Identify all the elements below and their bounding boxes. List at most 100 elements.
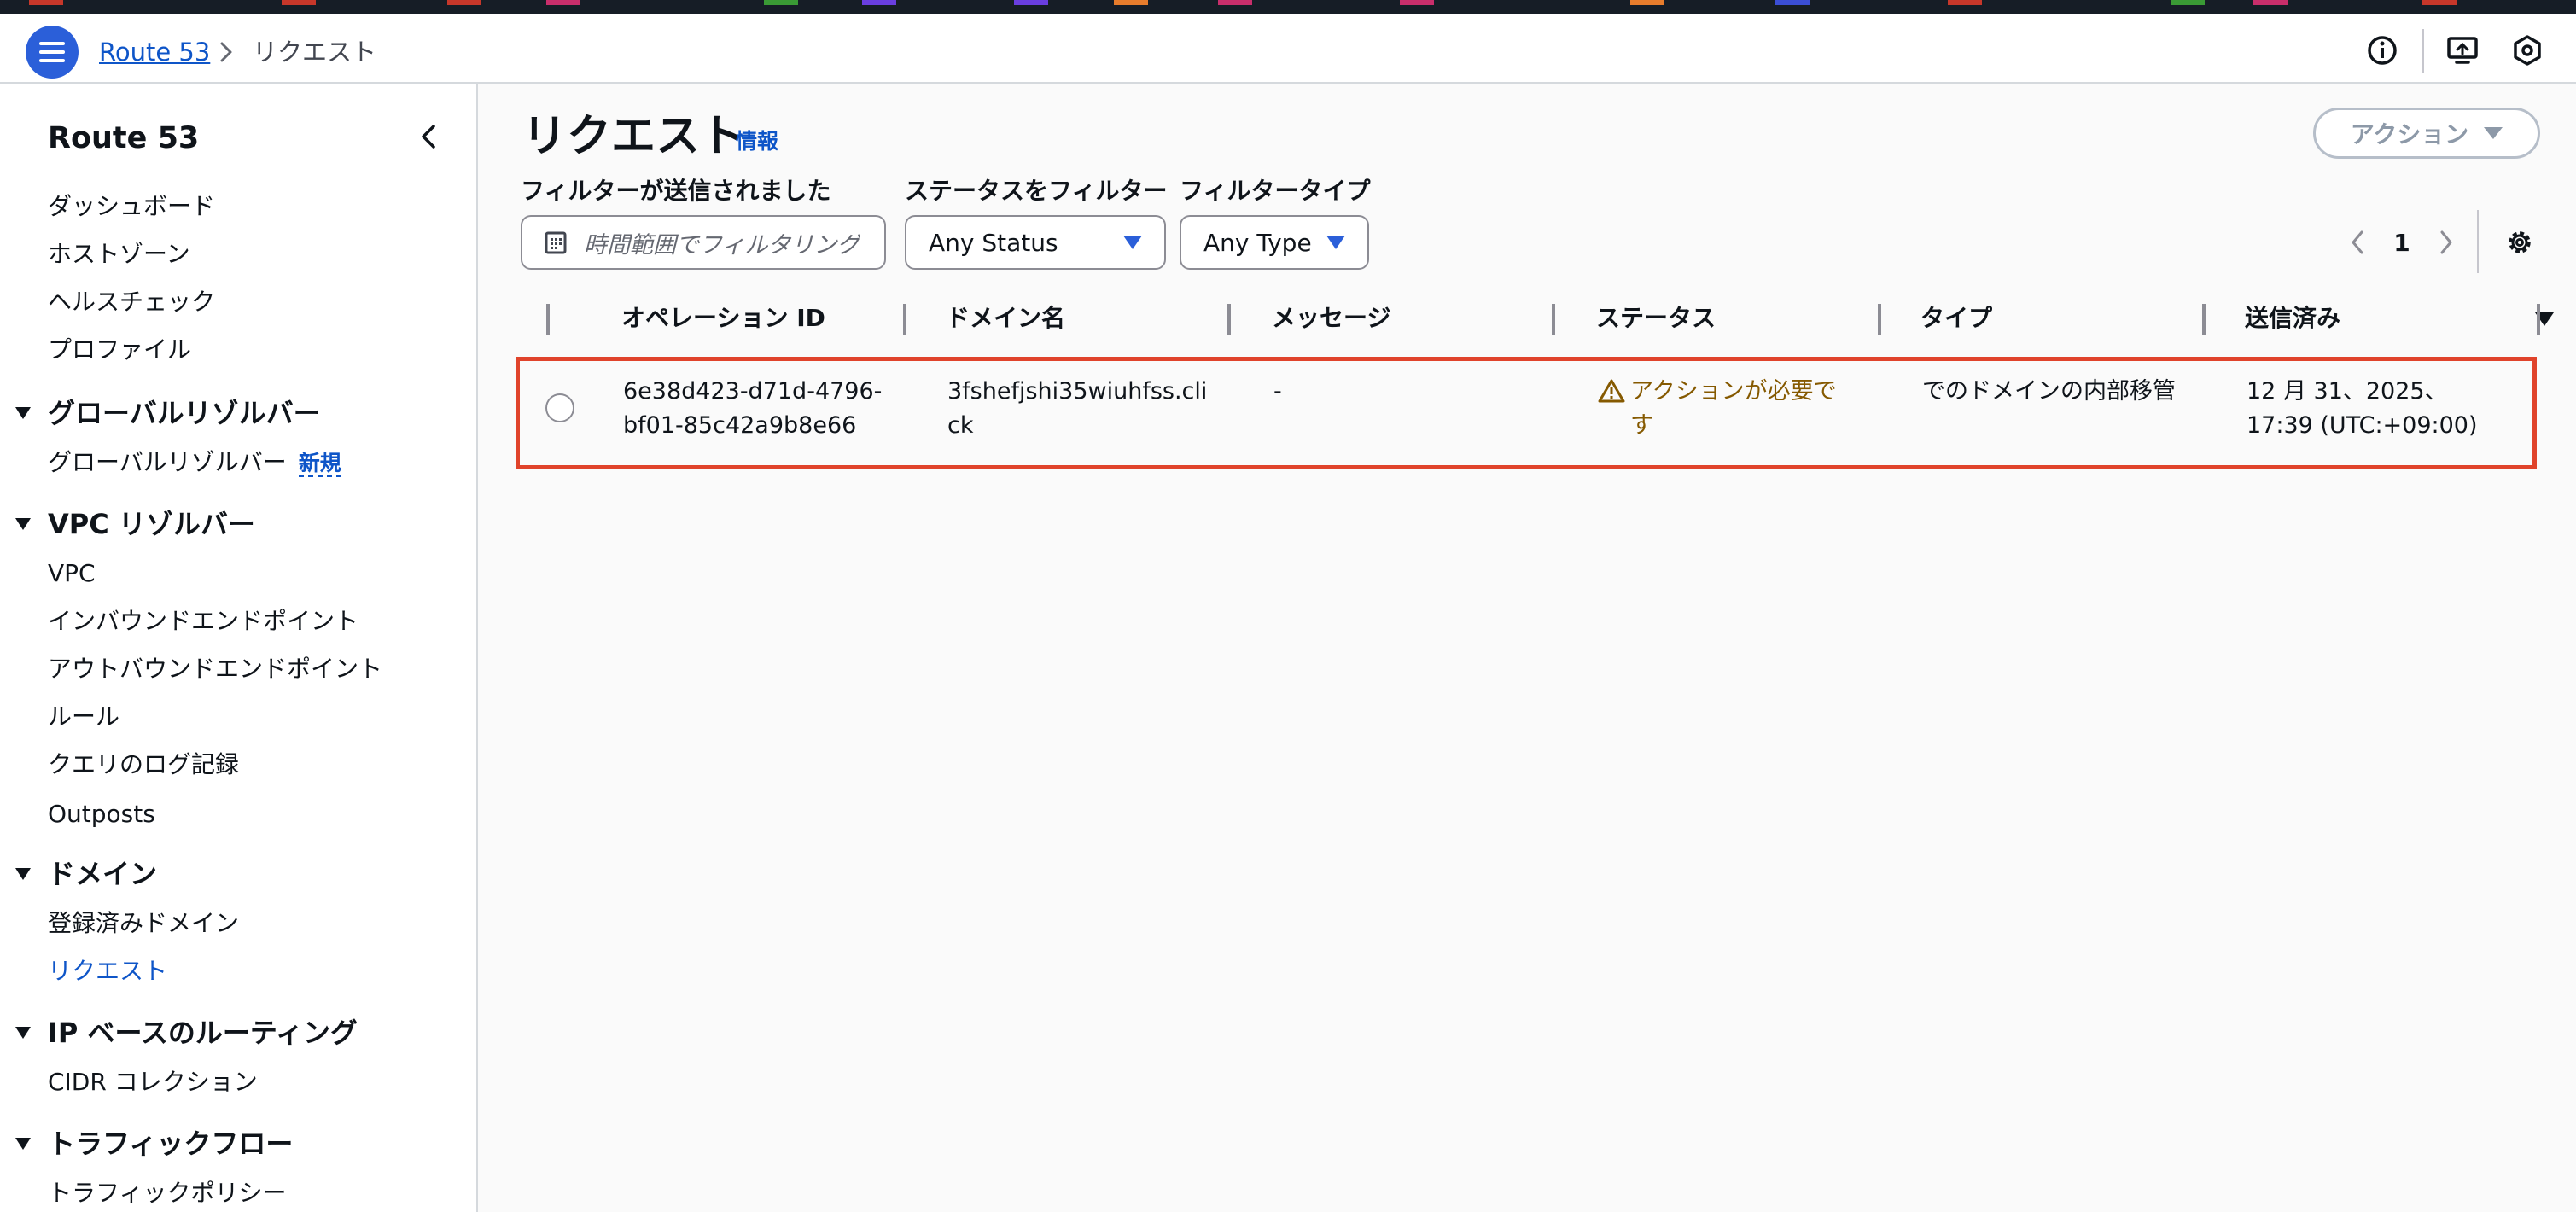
sidebar-item-hosted-zones[interactable]: ホストゾーン — [48, 237, 190, 271]
type-filter-select[interactable]: Any Type — [1180, 215, 1369, 270]
sidebar-item-requests[interactable]: リクエスト — [48, 954, 167, 988]
row-select-radio[interactable] — [545, 393, 574, 422]
column-header-status[interactable]: ステータス — [1596, 294, 1716, 343]
tab-color-mark — [29, 0, 63, 5]
tab-color-mark — [1775, 0, 1810, 5]
column-divider[interactable] — [903, 304, 906, 335]
column-header-submitted[interactable]: 送信済み — [2245, 294, 2340, 343]
cell-operation-id: 6e38d423-d71d-4796-bf01-85c42a9b8e66 — [623, 378, 883, 439]
column-divider[interactable] — [2202, 304, 2206, 335]
caret-down-icon — [15, 868, 31, 880]
sidebar-section-domains[interactable]: ドメイン — [15, 855, 157, 893]
section-title: グローバルリゾルバー — [48, 397, 321, 429]
cell-submitted: 12 月 31、2025、17:39 (UTC:+09:00) — [2247, 378, 2478, 439]
caret-down-icon — [15, 518, 31, 530]
section-title: ドメイン — [48, 858, 158, 890]
caret-down-icon — [2484, 127, 2503, 139]
sidebar-section-global-resolver[interactable]: グローバルリゾルバー — [15, 394, 321, 432]
status-filter-label: ステータスをフィルター — [905, 177, 1168, 205]
page-title: リクエスト — [522, 111, 745, 162]
column-header-operation-id[interactable]: オペレーション ID — [621, 294, 825, 343]
breadcrumb-current: リクエスト — [253, 38, 377, 67]
sidebar-item-outposts[interactable]: Outposts — [48, 797, 155, 831]
info-icon — [2368, 36, 2397, 65]
tab-color-mark — [1114, 0, 1148, 5]
table-preferences-button[interactable] — [2497, 220, 2542, 265]
sidebar-section-vpc-resolver[interactable]: VPC リゾルバー — [15, 505, 255, 543]
column-divider[interactable] — [1552, 304, 1555, 335]
section-title: VPC リゾルバー — [48, 508, 255, 540]
tab-color-mark — [1014, 0, 1048, 5]
info-button[interactable] — [2363, 31, 2402, 70]
tab-color-mark — [546, 0, 580, 5]
status-text: アクションが必要です — [1630, 378, 1837, 439]
menu-button[interactable] — [26, 26, 79, 79]
sidebar-item-query-logging[interactable]: クエリのログ記録 — [48, 748, 239, 782]
sidebar-item-vpc[interactable]: VPC — [48, 556, 96, 591]
sidebar-section-ip-routing[interactable]: IP ベースのルーティング — [15, 1014, 358, 1052]
warning-icon — [1598, 379, 1625, 403]
menu-icon — [39, 42, 65, 62]
breadcrumb-route53-link[interactable]: Route 53 — [99, 32, 210, 72]
table-header: オペレーション ID ドメイン名 メッセージ ステータス タイプ 送信済み — [521, 294, 2554, 343]
next-page-button[interactable] — [2429, 220, 2463, 265]
tab-color-mark — [2422, 0, 2457, 5]
previous-page-button[interactable] — [2340, 220, 2375, 265]
chevron-right-icon — [2440, 230, 2452, 254]
caret-down-icon — [15, 1027, 31, 1039]
chevron-left-icon[interactable] — [413, 119, 444, 154]
cell-status: アクションが必要です — [1598, 375, 1854, 443]
browser-top-strip — [0, 0, 2576, 14]
screen-share-icon — [2447, 37, 2478, 64]
pagination-divider — [2477, 210, 2479, 273]
sidebar-item-inbound-endpoints[interactable]: インバウンドエンドポイント — [48, 604, 358, 638]
status-filter-select[interactable]: Any Status — [905, 215, 1166, 270]
sidebar-section-traffic-flow[interactable]: トラフィックフロー — [15, 1125, 293, 1162]
top-navigation-bar: Route 53 リクエスト — [0, 14, 2576, 84]
date-range-filter[interactable]: 時間範囲でフィルタリング — [521, 215, 886, 270]
section-title: トラフィックフロー — [48, 1128, 294, 1160]
sidebar-item-outbound-endpoints[interactable]: アウトバウンドエンドポイント — [48, 652, 382, 686]
tab-color-mark — [1218, 0, 1252, 5]
new-badge: 新規 — [298, 451, 341, 477]
column-header-message[interactable]: メッセージ — [1272, 294, 1390, 343]
caret-down-icon — [1326, 236, 1345, 249]
tab-color-mark — [1948, 0, 1982, 5]
actions-button[interactable]: アクション — [2313, 108, 2540, 159]
screen-share-button[interactable] — [2443, 31, 2482, 70]
table-row[interactable]: 6e38d423-d71d-4796-bf01-85c42a9b8e66 3fs… — [516, 357, 2537, 469]
side-navigation: Route 53 ダッシュボード ホストゾーン ヘルスチェック プロファイル グ… — [0, 84, 478, 1212]
tab-color-mark — [862, 0, 896, 5]
info-link[interactable]: 情報 — [736, 126, 778, 157]
cell-domain: 3fshefjshi35wiuhfss.click — [947, 378, 1208, 439]
tab-color-mark — [2171, 0, 2205, 5]
column-divider[interactable] — [1227, 304, 1231, 335]
main-content: リクエスト 情報 アクション フィルターが送信されました ステータスをフィルター… — [480, 84, 2576, 1212]
date-filter-label: フィルターが送信されました — [521, 177, 831, 205]
section-title: IP ベースのルーティング — [48, 1017, 358, 1049]
tab-color-mark — [447, 0, 481, 5]
sidebar-item-profiles[interactable]: プロファイル — [48, 333, 191, 367]
sidebar-item-registered-domains[interactable]: 登録済みドメイン — [48, 906, 239, 941]
current-page-number[interactable]: 1 — [2385, 220, 2419, 265]
calendar-icon — [545, 231, 567, 254]
tab-color-mark — [282, 0, 316, 5]
chevron-left-icon — [2352, 230, 2363, 254]
column-header-domain[interactable]: ドメイン名 — [946, 294, 1065, 343]
tab-color-mark — [2253, 0, 2288, 5]
sidebar-item-global-resolver[interactable]: グローバルリゾルバー 新規 — [48, 446, 341, 481]
column-divider — [546, 304, 550, 335]
caret-down-icon — [15, 407, 31, 419]
cell-type: でのドメインの内部移管 — [1922, 378, 2176, 405]
column-header-type[interactable]: タイプ — [1920, 294, 1992, 343]
sidebar-item-rules[interactable]: ルール — [48, 700, 119, 734]
sidebar-item-dashboard[interactable]: ダッシュボード — [48, 189, 215, 224]
gear-icon — [2509, 231, 2531, 253]
sidebar-title: Route 53 — [48, 121, 200, 155]
tab-color-mark — [1630, 0, 1664, 5]
settings-hexagon-button[interactable] — [2508, 31, 2547, 70]
sidebar-item-cidr-collections[interactable]: CIDR コレクション — [48, 1065, 258, 1099]
column-divider[interactable] — [1878, 304, 1881, 335]
sidebar-item-health-checks[interactable]: ヘルスチェック — [48, 285, 215, 319]
sidebar-item-traffic-policies[interactable]: トラフィックポリシー — [48, 1176, 286, 1210]
